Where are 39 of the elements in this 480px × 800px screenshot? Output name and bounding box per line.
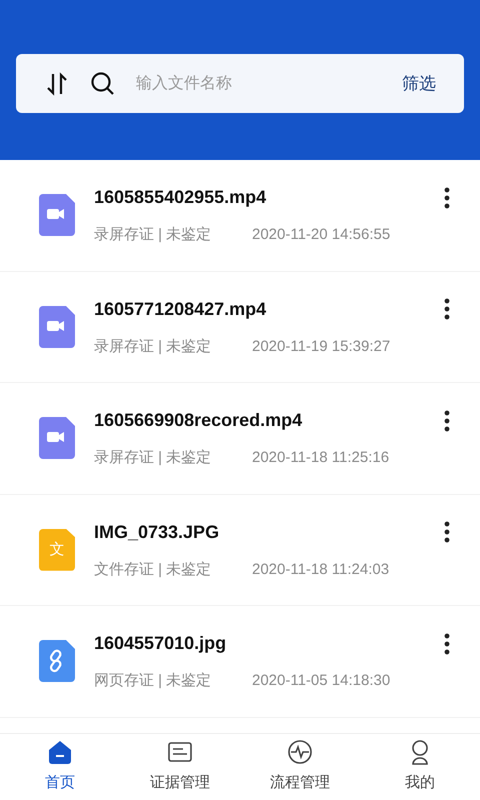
search-field[interactable]: 输入文件名称 — [136, 72, 382, 96]
document-icon: 文 — [39, 528, 75, 571]
file-time: 2020-11-18 11:25:16 — [252, 448, 390, 468]
file-name: 1605855402955.mp4 — [94, 186, 266, 209]
file-name: 1604557010.jpg — [94, 632, 226, 655]
file-category: 录屏存证 | 未鉴定 — [94, 448, 212, 468]
tab-item[interactable]: 我的 — [360, 739, 480, 795]
tab-item[interactable]: 首页 — [0, 739, 120, 795]
more-icon[interactable] — [444, 521, 450, 543]
file-time: 2020-11-19 15:39:27 — [252, 336, 390, 356]
video-file-icon — [39, 417, 75, 460]
home-icon — [47, 739, 73, 766]
file-category: 录屏存证 | 未鉴定 — [94, 336, 212, 356]
more-icon[interactable] — [444, 410, 450, 432]
more-icon[interactable] — [444, 186, 450, 208]
video-file-icon — [39, 194, 75, 236]
file-time: 2020-11-18 11:24:03 — [252, 560, 390, 580]
file-row[interactable]: 1605771208427.mp4 录屏存证 | 未鉴定 2020-11-19 15:39:27 — [0, 272, 480, 383]
file-time: 2020-11-05 14:18:30 — [252, 671, 390, 691]
tab-item[interactable]: 流程管理 — [240, 739, 360, 795]
file-name: IMG_0733.JPG — [94, 520, 220, 544]
search-icon[interactable] — [90, 70, 116, 96]
file-name: 1605771208427.mp4 — [94, 298, 266, 321]
filter-button[interactable]: 筛选 — [402, 70, 436, 96]
pulse-icon — [287, 739, 313, 766]
file-category: 文件存证 | 未鉴定 — [94, 560, 212, 580]
file-name: 1605669908recored.mp4 — [94, 409, 302, 432]
file-row[interactable]: 文 IMG_0733.JPG 文件存证 | 未鉴定 2020-11-18 11:24:03 — [0, 494, 480, 606]
more-icon[interactable] — [444, 632, 450, 654]
video-file-icon — [39, 306, 75, 348]
file-category: 网页存证 | 未鉴定 — [94, 671, 212, 691]
file-category: 录屏存证 | 未鉴定 — [94, 225, 212, 245]
link-file-icon — [39, 640, 75, 682]
tab-item[interactable]: 证据管理 — [120, 739, 240, 795]
file-row[interactable]: 1605669908recored.mp4 录屏存证 | 未鉴定 2020-11-18 11:25:16 — [0, 383, 480, 494]
file-row[interactable]: 1605855402955.mp4 录屏存证 | 未鉴定 2020-11-20 14:56:55 — [0, 160, 480, 272]
more-icon[interactable] — [444, 298, 450, 320]
file-row[interactable]: 1604557010.jpg 网页存证 | 未鉴定 2020-11-05 14:18:30 — [0, 606, 480, 718]
file-time: 2020-11-20 14:56:55 — [252, 225, 390, 245]
